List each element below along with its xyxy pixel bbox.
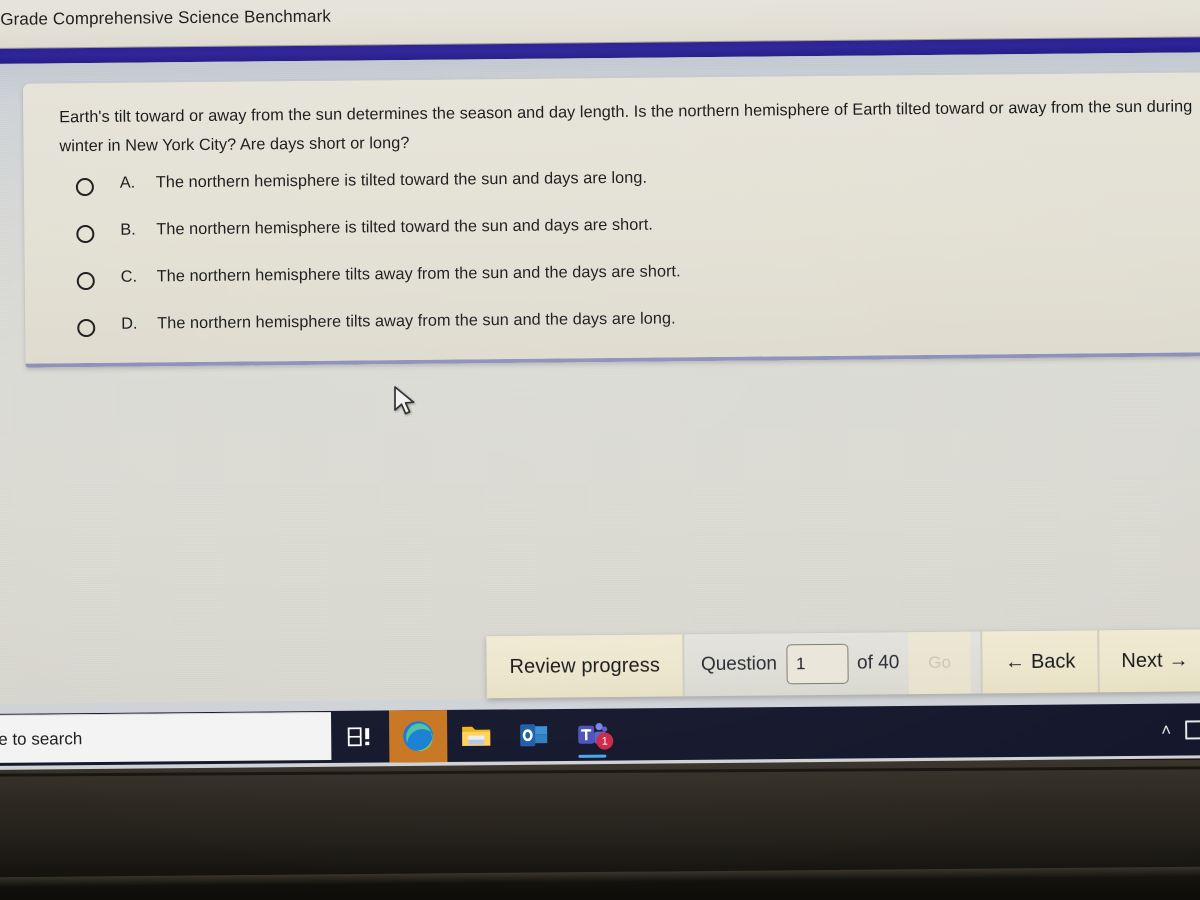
option-text-b: The northern hemisphere is tilted toward… bbox=[156, 215, 654, 239]
next-button[interactable]: Next → bbox=[1099, 629, 1200, 693]
microsoft-edge-icon bbox=[403, 721, 434, 752]
question-card: Earth's tilt toward or away from the sun… bbox=[22, 72, 1200, 368]
arrow-left-icon: ← bbox=[1004, 650, 1026, 673]
answer-option-b[interactable]: B. The northern hemisphere is tilted tow… bbox=[60, 210, 1198, 244]
file-explorer-icon bbox=[462, 726, 491, 746]
test-navigation-bar: Review progress Question of 40 Go ← Back… bbox=[486, 629, 1200, 699]
answer-option-c[interactable]: C. The northern hemisphere tilts away fr… bbox=[61, 257, 1199, 291]
radio-button-d-icon[interactable] bbox=[77, 318, 96, 338]
taskbar-pinned-apps: 1 bbox=[331, 708, 621, 763]
go-button[interactable]: Go bbox=[907, 631, 972, 695]
question-jump-group: Question of 40 Go bbox=[684, 631, 982, 697]
question-label: Question bbox=[700, 653, 778, 676]
arrow-right-icon: → bbox=[1168, 648, 1189, 672]
question-stem: Earth's tilt toward or away from the sun… bbox=[59, 97, 1193, 155]
search-placeholder-text: e to search bbox=[0, 728, 83, 749]
taskbar-item-microsoft-teams[interactable]: 1 bbox=[563, 708, 621, 761]
teams-running-indicator bbox=[578, 754, 607, 758]
review-progress-button[interactable]: Review progress bbox=[486, 634, 684, 699]
answer-option-a[interactable]: A. The northern hemisphere is tilted tow… bbox=[60, 163, 1198, 197]
taskbar-item-outlook[interactable] bbox=[505, 709, 563, 762]
taskbar-system-tray: ˄ bbox=[1161, 719, 1200, 740]
screenshot-root: Grade Comprehensive Science Benchmark Ea… bbox=[0, 0, 1200, 900]
option-text-a: The northern hemisphere is tilted toward… bbox=[155, 168, 648, 192]
outlook-icon bbox=[520, 724, 548, 747]
windows-taskbar: e to search 1 ˄ bbox=[0, 703, 1200, 766]
task-view-icon bbox=[347, 727, 370, 747]
answer-options-list: A. The northern hemisphere is tilted tow… bbox=[60, 163, 1200, 338]
radio-button-b-icon[interactable] bbox=[76, 225, 95, 244]
radio-button-a-icon[interactable] bbox=[75, 178, 94, 197]
back-button[interactable]: ← Back bbox=[982, 630, 1098, 694]
taskbar-search-box[interactable]: e to search bbox=[0, 711, 332, 763]
option-letter-b: B. bbox=[120, 220, 136, 239]
question-number-input[interactable] bbox=[785, 643, 849, 685]
taskbar-item-task-view[interactable] bbox=[331, 710, 389, 763]
option-text-c: The northern hemisphere tilts away from … bbox=[156, 262, 681, 286]
next-button-label: Next bbox=[1121, 649, 1163, 672]
back-button-label: Back bbox=[1030, 650, 1076, 673]
option-letter-d: D. bbox=[121, 314, 138, 333]
radio-button-c-icon[interactable] bbox=[76, 272, 95, 291]
taskbar-item-microsoft-edge[interactable] bbox=[388, 709, 448, 763]
browser-tab-title[interactable]: Grade Comprehensive Science Benchmark bbox=[0, 7, 331, 30]
option-text-d: The northern hemisphere tilts away from … bbox=[157, 309, 676, 333]
tray-hidden-icon[interactable] bbox=[1185, 719, 1200, 740]
taskbar-item-file-explorer[interactable] bbox=[447, 709, 505, 762]
answer-option-d[interactable]: D. The northern hemisphere tilts away fr… bbox=[61, 304, 1199, 338]
browser-window: Grade Comprehensive Science Benchmark Ea… bbox=[0, 0, 1200, 770]
teams-unread-badge: 1 bbox=[596, 732, 614, 750]
chevron-up-icon[interactable]: ˄ bbox=[1161, 720, 1171, 739]
option-letter-a: A. bbox=[119, 173, 136, 192]
option-letter-c: C. bbox=[120, 267, 138, 286]
question-total-label: of 40 bbox=[856, 652, 900, 674]
